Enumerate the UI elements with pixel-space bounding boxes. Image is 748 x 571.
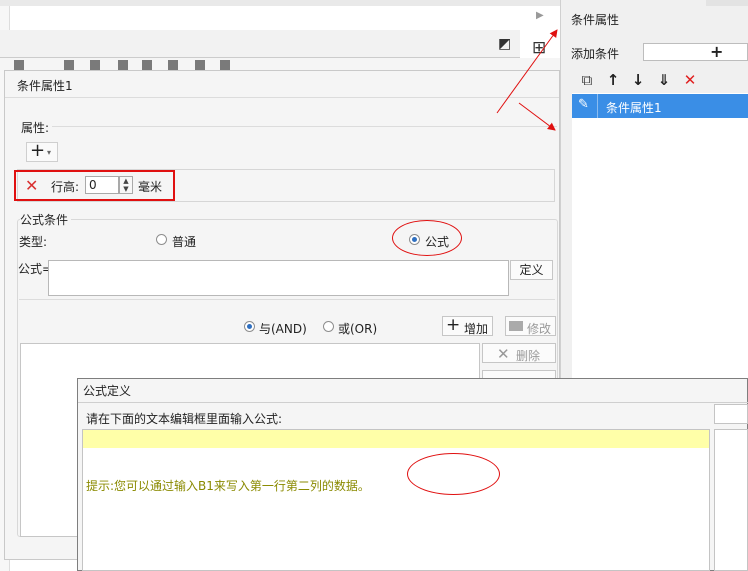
- annotation-arrow: [496, 29, 558, 114]
- annotation-arrow: [518, 102, 556, 131]
- annotation-arrows: [496, 29, 558, 131]
